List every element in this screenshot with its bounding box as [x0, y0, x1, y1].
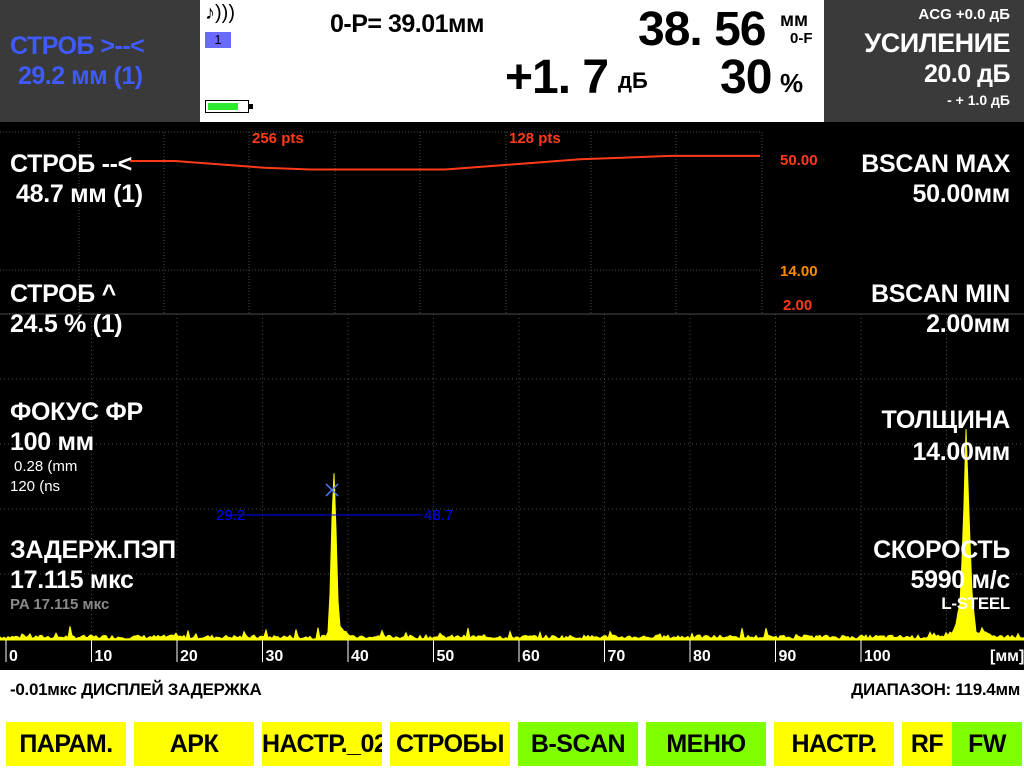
gain-step: - + 1.0 дБ: [947, 92, 1010, 108]
amplitude-percent-unit: %: [780, 68, 804, 98]
status-bar: -0.01мкс ДИСПЛЕЙ ЗАДЕРЖКА ДИАПАЗОН: 119.…: [0, 670, 1024, 708]
battery-fill: [208, 103, 238, 110]
gate-start-label: 29.2: [216, 507, 245, 524]
x-tick-label: 50: [437, 648, 455, 665]
thickness-value: 14.00мм: [912, 438, 1011, 466]
softkey-settings[interactable]: НАСТР.: [774, 722, 894, 766]
acg-label: ACG +0.0 дБ: [918, 6, 1010, 23]
primary-thickness-mode: 0-F: [790, 30, 813, 47]
thickness-title[interactable]: ТОЛЩИНА: [882, 406, 1011, 435]
db-value: +1. 7: [505, 51, 609, 104]
channel-badge: 1: [205, 32, 231, 48]
gate-end-label: 48.7: [424, 507, 453, 524]
primary-thickness-value: 38. 56: [638, 3, 766, 56]
gate-top-panel[interactable]: СТРОБ >--< 29.2 мм (1): [0, 0, 200, 122]
velocity-value: 5990 м/с: [910, 566, 1010, 594]
battery-tip: [249, 104, 253, 109]
delay-value: 17.115 мкс: [10, 566, 134, 594]
gate-b-title[interactable]: СТРОБ --<: [10, 150, 132, 179]
softkey-params[interactable]: ПАРАМ.: [6, 722, 126, 766]
x-tick-label: 40: [351, 648, 369, 665]
softkey-bscan[interactable]: B-SCAN: [518, 722, 638, 766]
x-tick-label: 20: [180, 648, 198, 665]
gate-level-value: 24.5 % (1): [10, 310, 123, 338]
bscan-min-title[interactable]: BSCAN MIN: [871, 280, 1010, 309]
velocity-title[interactable]: СКОРОСТЬ: [873, 536, 1010, 565]
gain-value: 20.0 дБ: [924, 60, 1010, 88]
delay-pa-value: PA 17.115 мкс: [10, 596, 110, 613]
bscan-max-value: 50.00мм: [912, 180, 1011, 208]
x-tick-label: 30: [266, 648, 284, 665]
sound-icon: ♪))): [205, 2, 235, 24]
gate-a-value: 29.2 мм (1): [18, 62, 143, 90]
softkey-setup-02[interactable]: НАСТР._02: [262, 722, 382, 766]
softkey-ark[interactable]: АРК: [134, 722, 254, 766]
x-tick-label: 0: [9, 648, 18, 665]
x-tick-label: 70: [608, 648, 626, 665]
gate-level-title[interactable]: СТРОБ ^: [10, 280, 116, 309]
bscan-pts-right: 128 pts: [509, 130, 561, 147]
softkey-fw[interactable]: FW: [952, 722, 1022, 766]
x-tick-label: 90: [779, 648, 797, 665]
focus-resolution: 0.28 (mm: [14, 458, 78, 475]
x-tick-label: 100: [864, 648, 891, 665]
focus-time: 120 (ns: [10, 478, 61, 495]
range-status: ДИАПАЗОН: 119.4мм: [851, 680, 1020, 699]
material-label: L-STEEL: [941, 594, 1010, 613]
op-readout: 0-P= 39.01мм: [330, 10, 485, 38]
display-delay-status: -0.01мкс ДИСПЛЕЙ ЗАДЕРЖКА: [10, 680, 262, 699]
focus-title[interactable]: ФОКУС ФР: [10, 398, 143, 427]
amplitude-percent-value: 30: [720, 51, 772, 104]
battery-icon: [205, 100, 253, 113]
plot-area[interactable]: 29.2 48.7 256 pts 128 pts 50.00 14.00 2.…: [0, 122, 1024, 670]
ascan-signal: [0, 429, 1024, 641]
softkey-menu[interactable]: МЕНЮ: [646, 722, 766, 766]
measurement-readout: ♪))) 1 0-P= 39.01мм 38. 56 мм 0-F +1. 7 …: [200, 0, 824, 122]
bscan-scale-mid: 14.00: [780, 263, 818, 280]
x-tick-label: 10: [95, 648, 113, 665]
gain-panel[interactable]: ACG +0.0 дБ УСИЛЕНИЕ 20.0 дБ - + 1.0 дБ: [824, 0, 1024, 122]
bscan-pts-left: 256 pts: [252, 130, 304, 147]
softkey-bar: ПАРАМ. АРК НАСТР._02 СТРОБЫ B-SCAN МЕНЮ …: [0, 708, 1024, 768]
x-tick-label: 80: [693, 648, 711, 665]
primary-thickness-unit: мм: [780, 10, 809, 31]
gain-title: УСИЛЕНИЕ: [864, 28, 1010, 58]
gate-peak-marker: [325, 483, 339, 497]
gate-a-title: СТРОБ >--<: [10, 32, 145, 60]
softkey-rf[interactable]: RF: [902, 722, 952, 766]
bscan-min-value: 2.00мм: [926, 310, 1010, 338]
ascan-bscan-svg: 29.2 48.7 256 pts 128 pts 50.00 14.00 2.…: [0, 130, 1024, 665]
bscan-thickness-trace: [130, 154, 760, 171]
gate-b-value: 48.7 мм (1): [16, 180, 143, 208]
bscan-scale-max: 50.00: [780, 152, 818, 169]
db-unit: дБ: [618, 68, 648, 93]
focus-value: 100 мм: [10, 428, 94, 456]
softkey-gates[interactable]: СТРОБЫ: [390, 722, 510, 766]
bscan-max-title[interactable]: BSCAN MAX: [861, 150, 1010, 179]
delay-title[interactable]: ЗАДЕРЖ.ПЭП: [10, 536, 176, 565]
bscan-scale-min: 2.00: [783, 297, 812, 314]
x-axis-ticks: 0 10 20 30 40 50 60 70 80 90 100: [5, 640, 891, 665]
x-tick-label: 60: [522, 648, 540, 665]
x-axis-unit: [мм]: [990, 648, 1024, 665]
